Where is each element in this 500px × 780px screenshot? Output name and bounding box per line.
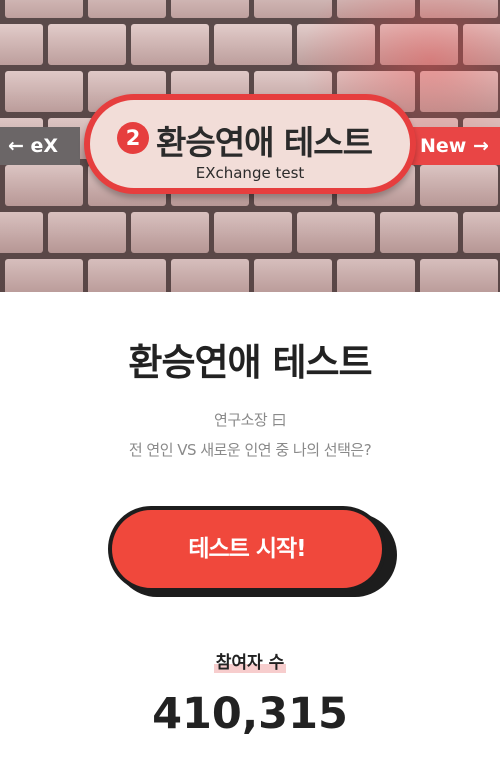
new-direction-label: New →	[420, 135, 489, 157]
participants-count: 410,315	[152, 689, 348, 739]
description-line-2: 전 연인 VS 새로운 인연 중 나의 선택은?	[128, 441, 372, 459]
station-sign-subtitle: EXchange test	[195, 164, 305, 182]
hero-banner: ← eX New → 2 환승연애 테스트 EXchange test	[0, 0, 500, 292]
participants-label-text: 참여자 수	[213, 653, 287, 673]
line-number-badge: 2	[117, 122, 149, 154]
page-title: 환승연애 테스트	[128, 341, 372, 384]
participants-label: 참여자 수	[0, 648, 500, 673]
start-test-button[interactable]: 테스트 시작!	[108, 506, 386, 592]
station-sign-panel: 2 환승연애 테스트 EXchange test	[90, 100, 410, 188]
station-sign-title: 환승연애 테스트	[156, 123, 373, 162]
description-line-1: 연구소장 曰	[214, 411, 286, 429]
station-sign: 2 환승연애 테스트 EXchange test	[84, 94, 416, 194]
ex-direction-label: ← eX	[8, 135, 59, 157]
